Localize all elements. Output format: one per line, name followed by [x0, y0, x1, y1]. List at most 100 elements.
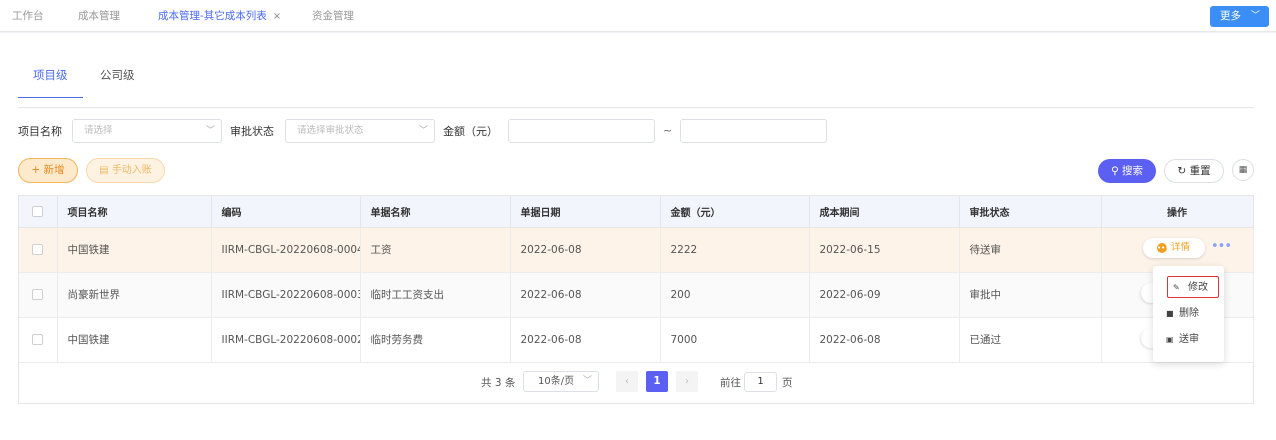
row-checkbox[interactable] [32, 289, 44, 300]
amount-label: 金额（元） [443, 125, 498, 138]
reset-label: 重置 [1189, 165, 1211, 177]
amount-min-input[interactable] [508, 119, 655, 143]
column-header: 成本期间 [809, 196, 960, 228]
pagination-total: 共 3 条 [481, 377, 516, 389]
edit-icon: ✎ [1173, 283, 1180, 292]
send-icon: ▣ [1166, 335, 1174, 344]
range-separator: ~ [663, 124, 673, 137]
row-checkbox[interactable] [32, 244, 44, 255]
header-checkbox-cell [19, 196, 58, 228]
column-header: 单据日期 [510, 196, 661, 228]
table-row[interactable]: 中国铁建 IIRM-CBGL-20220608-0002 临时劳务费 2022-… [19, 317, 1254, 363]
project-name-select[interactable]: 请选择 ﹀ [72, 119, 222, 143]
cell-amount: 2222 [660, 227, 810, 273]
amount-max-input[interactable] [680, 119, 827, 143]
cell-project: 中国铁建 [57, 317, 212, 363]
prev-page-button[interactable]: ‹ [616, 371, 638, 392]
cell-doc-name: 临时劳务费 [360, 317, 511, 363]
column-settings-button[interactable]: ▦ [1232, 159, 1254, 181]
row-checkbox[interactable] [32, 334, 44, 345]
chevron-down-icon: ﹀ [418, 126, 428, 136]
top-tab-bar: 工作台 成本管理 成本管理-其它成本列表 × 资金管理 更多 ﹀ [0, 0, 1276, 32]
chevron-down-icon: ﹀ [205, 126, 215, 136]
project-name-label: 项目名称 [18, 125, 62, 138]
tab-workbench[interactable]: 工作台 [12, 0, 44, 32]
menu-item-edit[interactable]: ✎ 修改 [1167, 276, 1219, 298]
cell-code: IIRM-CBGL-20220608-0003 [211, 272, 361, 318]
manual-entry-button[interactable]: ▤ 手动入账 [86, 158, 165, 183]
more-button[interactable]: 更多 ﹀ [1210, 6, 1269, 27]
chevron-down-icon: ﹀ [582, 376, 592, 386]
document-icon: ▤ [99, 165, 109, 176]
search-label: 搜索 [1122, 165, 1144, 177]
row-checkbox-cell [19, 272, 58, 318]
goto-label: 前往 [720, 377, 741, 389]
cell-amount: 200 [660, 272, 810, 318]
column-header: 编码 [211, 196, 361, 228]
detail-button[interactable]: ••• 详情 [1143, 238, 1205, 258]
more-dots-icon[interactable]: ••• [1211, 239, 1232, 254]
cell-doc-date: 2022-06-08 [510, 272, 661, 318]
more-button-label: 更多 [1220, 10, 1241, 22]
page-size-select[interactable]: 10条/页 ﹀ [523, 371, 599, 392]
subtab-divider [18, 107, 1254, 108]
cell-status: 已通过 [959, 317, 1102, 363]
column-header: 单据名称 [360, 196, 511, 228]
more-circle-icon: ••• [1157, 243, 1170, 253]
manual-entry-label: 手动入账 [111, 165, 152, 176]
project-name-placeholder: 请选择 [84, 125, 113, 136]
next-page-button[interactable]: › [676, 371, 698, 392]
table-header-row: 项目名称 编码 单据名称 单据日期 金额（元） 成本期间 审批状态 操作 [19, 196, 1254, 228]
row-action-menu: ✎ 修改 ■ 删除 ▣ 送审 [1153, 266, 1224, 362]
menu-item-submit-label: 送审 [1179, 334, 1199, 345]
menu-item-delete-label: 删除 [1179, 308, 1199, 319]
refresh-icon: ↻ [1177, 165, 1187, 177]
approval-status-label: 审批状态 [230, 125, 274, 138]
tab-other-cost-list-label: 成本管理-其它成本列表 [158, 10, 267, 22]
select-all-checkbox[interactable] [32, 205, 44, 217]
cell-doc-date: 2022-06-08 [510, 227, 661, 273]
page-suffix-label: 页 [782, 377, 793, 389]
subtab-company-level[interactable]: 公司级 [100, 67, 135, 99]
grid-icon: ▦ [1238, 165, 1248, 175]
page-size-value: 10条/页 [538, 376, 575, 387]
add-button[interactable]: + 新增 [18, 158, 78, 183]
cell-code: IIRM-CBGL-20220608-0004 [211, 227, 361, 273]
cell-doc-name: 临时工工资支出 [360, 272, 511, 318]
approval-status-placeholder: 请选择审批状态 [297, 125, 364, 136]
row-checkbox-cell [19, 227, 58, 273]
row-checkbox-cell [19, 317, 58, 363]
cell-project: 中国铁建 [57, 227, 212, 273]
trash-icon: ■ [1166, 309, 1174, 318]
goto-page-input[interactable]: 1 [744, 372, 777, 392]
cell-project: 尚豪新世界 [57, 272, 212, 318]
cell-status: 审批中 [959, 272, 1102, 318]
cell-amount: 7000 [660, 317, 810, 363]
cell-period: 2022-06-15 [809, 227, 960, 273]
chevron-right-icon: › [685, 376, 689, 387]
table-row[interactable]: 尚豪新世界 IIRM-CBGL-20220608-0003 临时工工资支出 20… [19, 272, 1254, 318]
search-button[interactable]: ⚲ 搜索 [1098, 159, 1156, 183]
cell-period: 2022-06-08 [809, 317, 960, 363]
approval-status-select[interactable]: 请选择审批状态 ﹀ [285, 119, 435, 143]
cell-code: IIRM-CBGL-20220608-0002 [211, 317, 361, 363]
tab-cost-management[interactable]: 成本管理 [78, 0, 120, 32]
chevron-left-icon: ‹ [625, 376, 629, 387]
column-header: 项目名称 [57, 196, 212, 228]
column-header: 金额（元） [660, 196, 810, 228]
chevron-down-icon: ﹀ [1250, 11, 1260, 21]
column-header: 操作 [1101, 196, 1254, 228]
close-icon[interactable]: × [273, 11, 281, 22]
reset-button[interactable]: ↻ 重置 [1164, 159, 1224, 183]
menu-item-edit-label: 修改 [1188, 282, 1208, 293]
tab-fund-management[interactable]: 资金管理 [312, 0, 354, 32]
cell-status: 待送审 [959, 227, 1102, 273]
subtab-project-level[interactable]: 项目级 [33, 67, 68, 99]
table-row[interactable]: 中国铁建 IIRM-CBGL-20220608-0004 工资 2022-06-… [19, 227, 1254, 273]
current-page-button[interactable]: 1 [646, 371, 668, 392]
column-header: 审批状态 [959, 196, 1102, 228]
menu-item-delete[interactable]: ■ 删除 [1163, 303, 1199, 325]
tab-other-cost-list[interactable]: 成本管理-其它成本列表 × [158, 0, 281, 32]
cell-doc-date: 2022-06-08 [510, 317, 661, 363]
menu-item-submit[interactable]: ▣ 送审 [1163, 329, 1199, 351]
